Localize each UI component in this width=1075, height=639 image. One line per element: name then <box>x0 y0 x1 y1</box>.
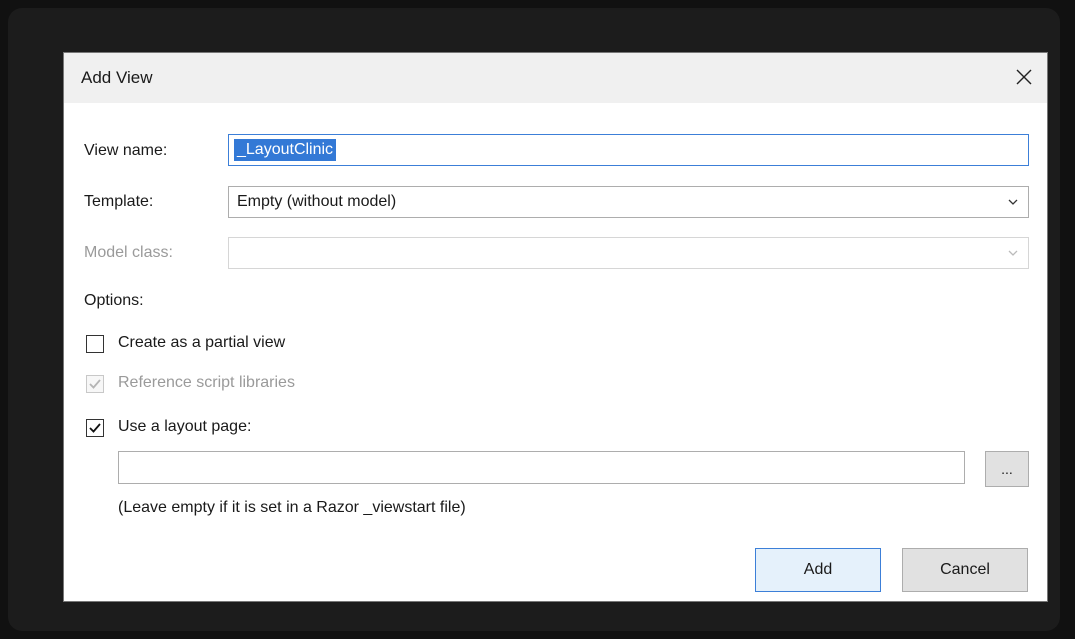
view-name-value: _LayoutClinic <box>234 139 337 161</box>
cancel-button[interactable]: Cancel <box>902 548 1028 592</box>
layout-page-checkbox[interactable] <box>86 419 104 437</box>
browse-button[interactable]: ... <box>985 451 1029 487</box>
browse-label: ... <box>1001 461 1013 477</box>
close-button[interactable] <box>1007 60 1041 94</box>
template-dropdown[interactable]: Empty (without model) <box>228 186 1029 218</box>
layout-page-label: Use a layout page: <box>118 418 252 435</box>
add-button[interactable]: Add <box>755 548 881 592</box>
options-label: Options: <box>84 292 144 309</box>
dialog-title: Add View <box>81 68 153 87</box>
partial-view-checkbox[interactable] <box>86 335 104 353</box>
view-name-field[interactable]: _LayoutClinic <box>228 134 1029 166</box>
chevron-down-icon <box>1008 250 1018 256</box>
layout-path-input[interactable] <box>125 457 886 477</box>
model-class-dropdown <box>228 237 1029 269</box>
checkmark-icon <box>89 379 101 389</box>
layout-path-field[interactable] <box>118 451 965 484</box>
checkmark-icon <box>89 423 101 433</box>
script-libraries-checkbox <box>86 375 104 393</box>
model-class-label: Model class: <box>84 244 173 261</box>
layout-hint-text: (Leave empty if it is set in a Razor _vi… <box>118 499 466 516</box>
script-libraries-label: Reference script libraries <box>118 374 295 391</box>
cancel-button-label: Cancel <box>940 561 990 578</box>
close-icon <box>1016 69 1032 85</box>
view-name-label: View name: <box>84 142 168 159</box>
add-button-label: Add <box>803 561 833 578</box>
dialog-titlebar: Add View <box>64 53 1047 103</box>
template-value: Empty (without model) <box>237 193 397 210</box>
template-label: Template: <box>84 193 154 210</box>
add-view-dialog: Add View View name: _LayoutClinic Templa… <box>63 52 1048 602</box>
chevron-down-icon <box>1008 199 1018 205</box>
partial-view-label: Create as a partial view <box>118 334 286 351</box>
